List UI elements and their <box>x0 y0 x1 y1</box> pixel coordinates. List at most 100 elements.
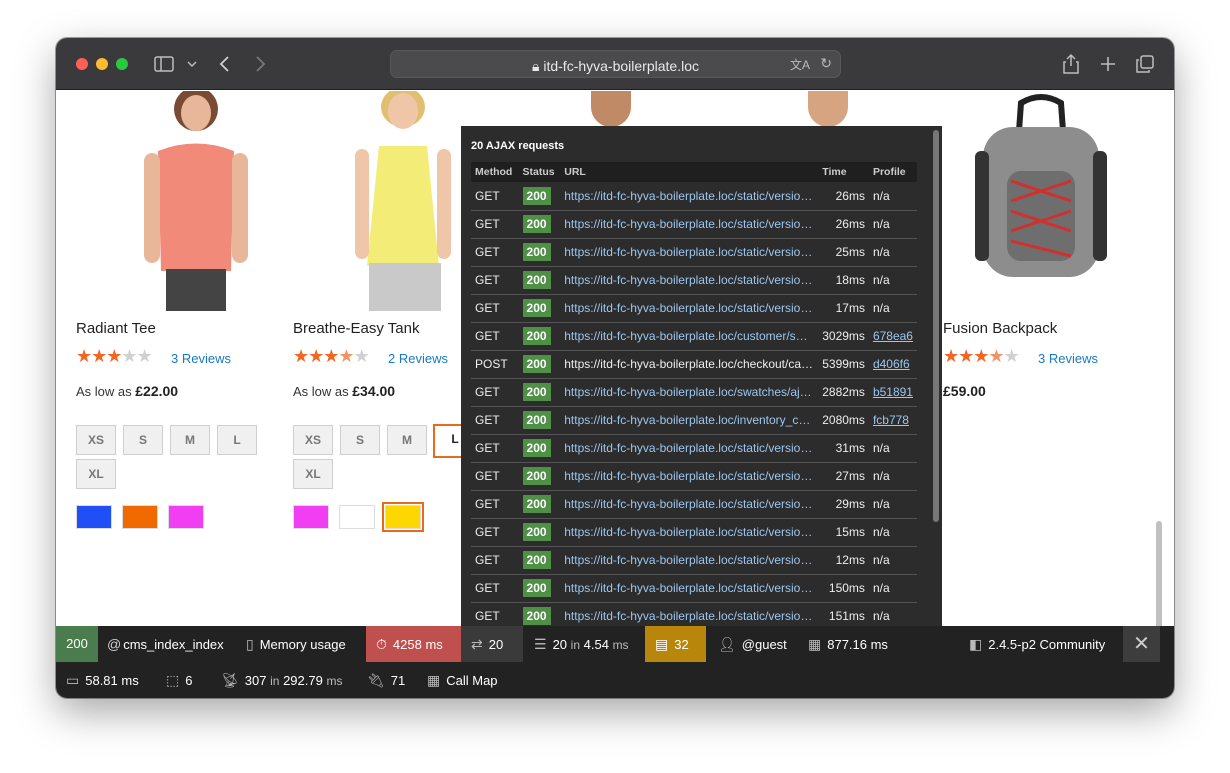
table-row[interactable]: GET 200 https://itd-fc-hyva-boilerplate.lo… <box>471 406 917 435</box>
route-item[interactable]: @ cms_index_index <box>107 626 224 662</box>
size-option[interactable]: XS <box>76 425 116 455</box>
url-cell[interactable]: https://itd-fc-hyva-boilerplate.loc/chec… <box>560 350 819 379</box>
url-link[interactable]: https://itd-fc-hyva-boilerplate.loc/stat… <box>564 273 814 287</box>
url-link[interactable]: https://itd-fc-hyva-boilerplate.loc/stat… <box>564 581 814 595</box>
reviews-link[interactable]: 3 Reviews <box>1038 351 1098 366</box>
url-cell[interactable]: https://itd-fc-hyva-boilerplate.loc/stat… <box>560 518 819 547</box>
url-link[interactable]: https://itd-fc-hyva-boilerplate.loc/stat… <box>564 189 814 203</box>
tab-overview-icon[interactable] <box>1136 55 1154 73</box>
minimize-window-button[interactable] <box>96 58 108 70</box>
url-cell[interactable]: https://itd-fc-hyva-boilerplate.loc/stat… <box>560 546 819 575</box>
url-cell[interactable]: https://itd-fc-hyva-boilerplate.loc/stat… <box>560 434 819 463</box>
translate-icon[interactable]: 文A <box>790 56 810 73</box>
url-link[interactable]: https://itd-fc-hyva-boilerplate.loc/stat… <box>564 609 814 623</box>
profile-link[interactable]: b51891 <box>873 385 913 399</box>
status-code-badge[interactable]: 200 <box>56 626 98 662</box>
table-row[interactable]: GET 200 https://itd-fc-hyva-boilerplate.lo… <box>471 602 917 626</box>
memory-item[interactable]: ▯ Memory usage <box>246 626 346 662</box>
reviews-link[interactable]: 3 Reviews <box>171 351 231 366</box>
url-link[interactable]: https://itd-fc-hyva-boilerplate.loc/inve… <box>564 413 814 427</box>
table-row[interactable]: GET 200 https://itd-fc-hyva-boilerplate.lo… <box>471 462 917 491</box>
ajax-item[interactable]: ⇄ 20 <box>461 626 523 662</box>
url-link[interactable]: https://itd-fc-hyva-boilerplate.loc/stat… <box>564 441 814 455</box>
url-cell[interactable]: https://itd-fc-hyva-boilerplate.loc/stat… <box>560 182 819 211</box>
profile-cell[interactable]: 678ea6 <box>868 322 917 351</box>
url-cell[interactable]: https://itd-fc-hyva-boilerplate.loc/stat… <box>560 462 819 491</box>
profile-link[interactable]: fcb778 <box>873 413 909 427</box>
table-row[interactable]: GET 200 https://itd-fc-hyva-boilerplate.lo… <box>471 546 917 575</box>
table-row[interactable]: GET 200 https://itd-fc-hyva-boilerplate.lo… <box>471 322 917 351</box>
url-link[interactable]: https://itd-fc-hyva-boilerplate.loc/stat… <box>564 469 814 483</box>
sidebar-icon[interactable] <box>154 56 174 72</box>
table-row[interactable]: GET 200 https://itd-fc-hyva-boilerplate.lo… <box>471 518 917 547</box>
new-tab-icon[interactable] <box>1100 56 1116 72</box>
table-row[interactable]: GET 200 https://itd-fc-hyva-boilerplate.lo… <box>471 294 917 323</box>
size-option[interactable]: XL <box>76 459 116 489</box>
reload-icon[interactable]: ↻ <box>820 55 832 72</box>
url-cell[interactable]: https://itd-fc-hyva-boilerplate.loc/stat… <box>560 210 819 239</box>
share-icon[interactable] <box>1063 54 1079 74</box>
url-link[interactable]: https://itd-fc-hyva-boilerplate.loc/stat… <box>564 525 814 539</box>
profile-link[interactable]: d406f6 <box>873 357 910 371</box>
product-name[interactable]: Fusion Backpack <box>943 320 1057 337</box>
url-link[interactable]: https://itd-fc-hyva-boilerplate.loc/stat… <box>564 245 814 259</box>
table-row[interactable]: GET 200 https://itd-fc-hyva-boilerplate.lo… <box>471 238 917 267</box>
reviews-link[interactable]: 2 Reviews <box>388 351 448 366</box>
size-option[interactable]: S <box>123 425 163 455</box>
url-cell[interactable]: https://itd-fc-hyva-boilerplate.loc/swat… <box>560 378 819 407</box>
close-toolbar-button[interactable]: ✕ <box>1123 626 1160 662</box>
size-option[interactable]: S <box>340 425 380 455</box>
url-cell[interactable]: https://itd-fc-hyva-boilerplate.loc/stat… <box>560 602 819 626</box>
layout-item[interactable]: ▦ 877.16 ms <box>808 626 888 662</box>
url-link[interactable]: https://itd-fc-hyva-boilerplate.loc/swat… <box>564 385 814 399</box>
color-swatch[interactable] <box>168 505 204 529</box>
url-link[interactable]: https://itd-fc-hyva-boilerplate.loc/stat… <box>564 553 814 567</box>
callmap-item[interactable]: ▦ Call Map <box>427 662 498 698</box>
user-item[interactable]: 👤︎ @guest <box>718 626 787 662</box>
close-window-button[interactable] <box>76 58 88 70</box>
url-link[interactable]: https://itd-fc-hyva-boilerplate.loc/stat… <box>564 217 814 231</box>
database-item[interactable]: ☰ 20 in 4.54 ms <box>534 626 629 662</box>
plugins-item[interactable]: 🔌︎ 71 <box>367 662 405 698</box>
url-cell[interactable]: https://itd-fc-hyva-boilerplate.loc/stat… <box>560 238 819 267</box>
observers-item[interactable]: 📡︎ 307 in 292.79 ms <box>221 662 342 698</box>
profile-link[interactable]: 678ea6 <box>873 329 913 343</box>
messages-item[interactable]: ▤ 32 <box>645 626 706 662</box>
url-link[interactable]: https://itd-fc-hyva-boilerplate.loc/stat… <box>564 301 814 315</box>
url-cell[interactable]: https://itd-fc-hyva-boilerplate.loc/inve… <box>560 406 819 435</box>
product-image[interactable] <box>106 91 276 311</box>
back-icon[interactable] <box>219 56 231 72</box>
table-row[interactable]: GET 200 https://itd-fc-hyva-boilerplate.lo… <box>471 434 917 463</box>
url-link[interactable]: https://itd-fc-hyva-boilerplate.loc/stat… <box>564 497 814 511</box>
product-name[interactable]: Radiant Tee <box>76 320 156 337</box>
chevron-down-icon[interactable] <box>187 60 197 68</box>
forward-icon[interactable] <box>254 56 266 72</box>
table-row[interactable]: GET 200 https://itd-fc-hyva-boilerplate.lo… <box>471 378 917 407</box>
size-option[interactable]: XL <box>293 459 333 489</box>
url-cell[interactable]: https://itd-fc-hyva-boilerplate.loc/stat… <box>560 294 819 323</box>
url-cell[interactable]: https://itd-fc-hyva-boilerplate.loc/stat… <box>560 490 819 519</box>
table-row[interactable]: GET 200 https://itd-fc-hyva-boilerplate.lo… <box>471 574 917 603</box>
ajax-panel-scrollbar[interactable] <box>933 130 939 522</box>
url-link[interactable]: https://itd-fc-hyva-boilerplate.loc/chec… <box>564 357 814 371</box>
color-swatch[interactable] <box>122 505 158 529</box>
size-option[interactable]: M <box>387 425 427 455</box>
address-bar[interactable]: 🔒︎ itd-fc-hyva-boilerplate.loc 文A ↻ <box>390 50 841 78</box>
size-option[interactable]: XS <box>293 425 333 455</box>
profile-cell[interactable]: fcb778 <box>868 406 917 435</box>
url-cell[interactable]: https://itd-fc-hyva-boilerplate.loc/stat… <box>560 574 819 603</box>
product-name[interactable]: Breathe-Easy Tank <box>293 320 419 337</box>
color-swatch-selected[interactable] <box>382 502 424 532</box>
size-option[interactable]: M <box>170 425 210 455</box>
table-row[interactable]: GET 200 https://itd-fc-hyva-boilerplate.lo… <box>471 490 917 519</box>
color-swatch[interactable] <box>293 505 329 529</box>
table-row[interactable]: GET 200 https://itd-fc-hyva-boilerplate.lo… <box>471 266 917 295</box>
time-item[interactable]: ⏱ 4258 ms <box>366 626 461 662</box>
blocks-item[interactable]: ⬚ 6 <box>166 662 192 698</box>
table-row[interactable]: POST 200 https://itd-fc-hyva-boilerplate.l… <box>471 350 917 379</box>
color-swatch[interactable] <box>339 505 375 529</box>
table-row[interactable]: GET 200 https://itd-fc-hyva-boilerplate.lo… <box>471 182 917 211</box>
profile-cell[interactable]: b51891 <box>868 378 917 407</box>
url-cell[interactable]: https://itd-fc-hyva-boilerplate.loc/stat… <box>560 266 819 295</box>
url-cell[interactable]: https://itd-fc-hyva-boilerplate.loc/cust… <box>560 322 819 351</box>
